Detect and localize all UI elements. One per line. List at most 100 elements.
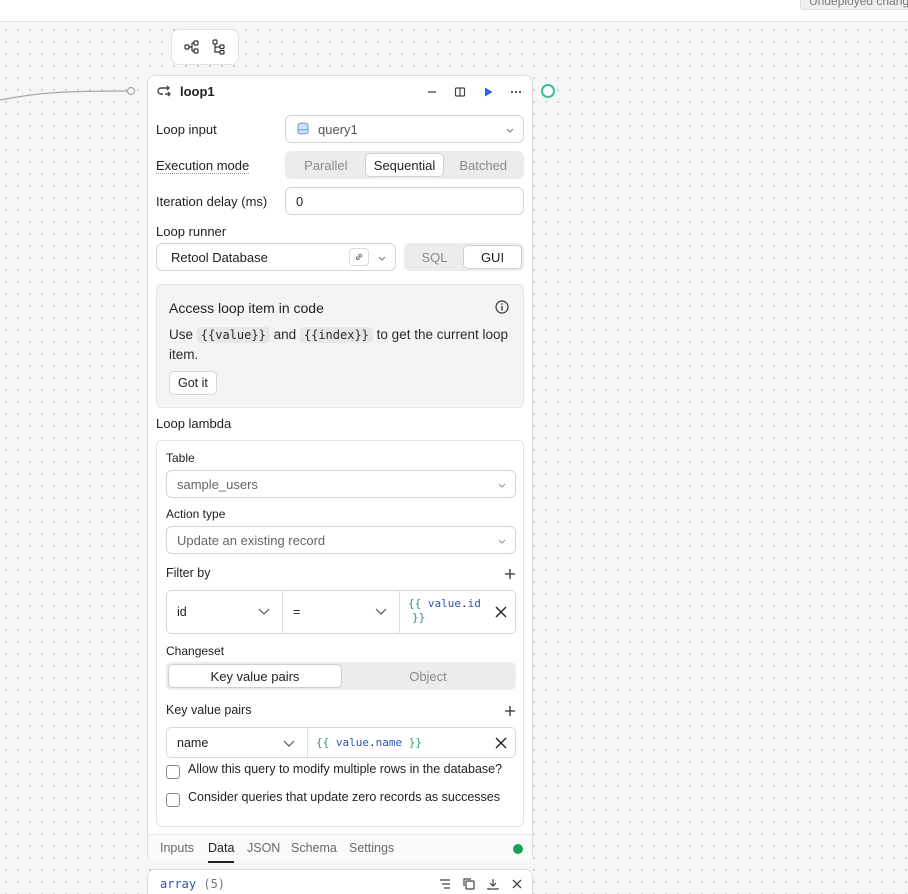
info-text-prefix: Use (169, 327, 194, 342)
execution-mode-segmented: Parallel Sequential Batched (285, 151, 524, 179)
info-title: Access loop item in code (169, 300, 324, 316)
undeployed-changes-badge[interactable]: Undeployed changes (800, 0, 908, 10)
output-port[interactable] (541, 84, 555, 98)
changeset-key-value-pairs[interactable]: Key value pairs (168, 664, 342, 688)
zero-records-checkbox[interactable] (166, 793, 180, 807)
result-actions (438, 877, 524, 891)
code-dot: . (369, 735, 376, 749)
loop-input-select[interactable]: query1 (285, 115, 524, 143)
kv-value-editor[interactable]: {{ value.name }} (308, 728, 517, 757)
loop-runner-mode-segmented: SQL GUI (404, 243, 524, 271)
loop-lambda-label: Loop lambda (156, 416, 232, 431)
code-var: value (427, 597, 461, 610)
code-dot: . (461, 597, 468, 610)
kv-key-select[interactable]: name (167, 728, 307, 757)
block-header: loop1 (148, 76, 532, 108)
close-icon[interactable] (510, 877, 524, 891)
tab-settings[interactable]: Settings (349, 841, 394, 855)
result-type-name: array (160, 877, 197, 891)
action-type-select[interactable]: Update an existing record (166, 526, 516, 554)
zero-records-option: Consider queries that update zero record… (166, 787, 506, 807)
filter-operator-select[interactable]: = (283, 591, 399, 633)
loop-input-label: Loop input (156, 122, 217, 137)
execution-mode-parallel[interactable]: Parallel (287, 153, 365, 177)
top-bar: Undeployed changes (0, 0, 908, 22)
add-key-value-icon[interactable] (503, 704, 517, 718)
filter-column-value: id (177, 605, 187, 619)
output-tabs: Inputs Data JSON Schema Settings (148, 834, 532, 863)
loop-lambda-panel: Table sample_users Action type Update an… (156, 440, 524, 827)
action-type-label: Action type (166, 507, 226, 521)
filter-column-select[interactable]: id (167, 591, 282, 633)
code-open-brace: {{ (316, 735, 330, 749)
flow-layout-icon[interactable] (183, 38, 201, 56)
filter-value-editor[interactable]: {{ value.id }} (400, 591, 517, 633)
minimize-icon[interactable] (422, 83, 442, 101)
tab-data[interactable]: Data (208, 841, 235, 863)
code-open-brace: {{ (408, 597, 422, 610)
code-close-brace: }} (412, 611, 426, 624)
expand-panel-icon[interactable] (450, 83, 470, 101)
table-label: Table (166, 451, 195, 465)
tab-schema[interactable]: Schema (291, 841, 337, 855)
chevron-down-icon (497, 536, 507, 546)
chevron-down-icon (505, 125, 515, 135)
zero-records-label: Consider queries that update zero record… (188, 790, 500, 804)
key-value-pairs-label: Key value pairs (166, 703, 252, 717)
tab-inputs[interactable]: Inputs (160, 841, 194, 855)
info-icon[interactable] (495, 300, 509, 314)
code-var: value (335, 735, 369, 749)
chevron-down-icon (375, 607, 387, 617)
kv-key-value: name (177, 735, 209, 750)
runner-mode-sql[interactable]: SQL (406, 245, 463, 269)
block-actions (422, 83, 526, 101)
canvas-mini-toolbar (171, 29, 239, 65)
loop-item-info-box: Access loop item in code Use {{value}} a… (156, 284, 524, 408)
loop-runner-resource-select[interactable]: Retool Database (156, 243, 396, 271)
changeset-segmented: Key value pairs Object (166, 662, 516, 690)
block-title[interactable]: loop1 (180, 84, 215, 99)
table-select[interactable]: sample_users (166, 470, 516, 498)
runner-mode-gui[interactable]: GUI (463, 245, 522, 269)
more-options-icon[interactable] (506, 83, 526, 101)
action-type-value: Update an existing record (177, 532, 326, 548)
run-icon[interactable] (478, 83, 498, 101)
filter-by-label: Filter by (166, 566, 211, 580)
allow-multiple-rows-checkbox[interactable] (166, 765, 180, 779)
allow-multiple-rows-option: Allow this query to modify multiple rows… (166, 759, 506, 781)
copy-icon[interactable] (462, 877, 476, 891)
index-code-chip: {{index}} (299, 327, 373, 343)
key-value-row: name {{ value.name }} (166, 727, 516, 758)
tree-layout-icon[interactable] (210, 38, 228, 56)
code-close-brace: }} (408, 735, 422, 749)
result-block: array (5) (147, 869, 533, 894)
link-icon[interactable] (349, 248, 369, 266)
execution-mode-label: Execution mode (156, 158, 250, 174)
execution-mode-sequential[interactable]: Sequential (364, 153, 445, 177)
remove-key-value-icon[interactable] (494, 736, 508, 750)
tab-json[interactable]: JSON (247, 841, 280, 855)
changeset-label: Changeset (166, 644, 225, 658)
remove-filter-icon[interactable] (494, 605, 508, 619)
iteration-delay-input[interactable]: 0 (285, 187, 524, 215)
changeset-object[interactable]: Object (342, 664, 514, 688)
chevron-down-icon (497, 480, 507, 490)
chevron-down-icon (258, 607, 270, 617)
result-type[interactable]: array (5) (160, 877, 225, 891)
filter-list-icon[interactable] (438, 877, 452, 891)
execution-mode-batched[interactable]: Batched (444, 153, 522, 177)
loop-block: loop1 Loop input query1 Execution mode P… (147, 75, 533, 863)
allow-multiple-rows-label: Allow this query to modify multiple rows… (188, 762, 503, 776)
info-text-mid: and (273, 327, 297, 342)
add-filter-icon[interactable] (503, 567, 517, 581)
download-icon[interactable] (486, 877, 500, 891)
chevron-down-icon (283, 739, 295, 749)
success-status-icon (513, 844, 523, 854)
iteration-delay-label: Iteration delay (ms) (156, 194, 268, 209)
table-value: sample_users (177, 476, 258, 492)
got-it-button[interactable]: Got it (169, 371, 217, 395)
info-text: Use {{value}} and {{index}} to get the c… (169, 325, 509, 365)
chevron-down-icon (377, 253, 387, 263)
loop-runner-resource: Retool Database (171, 249, 268, 265)
filter-operator-value: = (293, 605, 301, 619)
